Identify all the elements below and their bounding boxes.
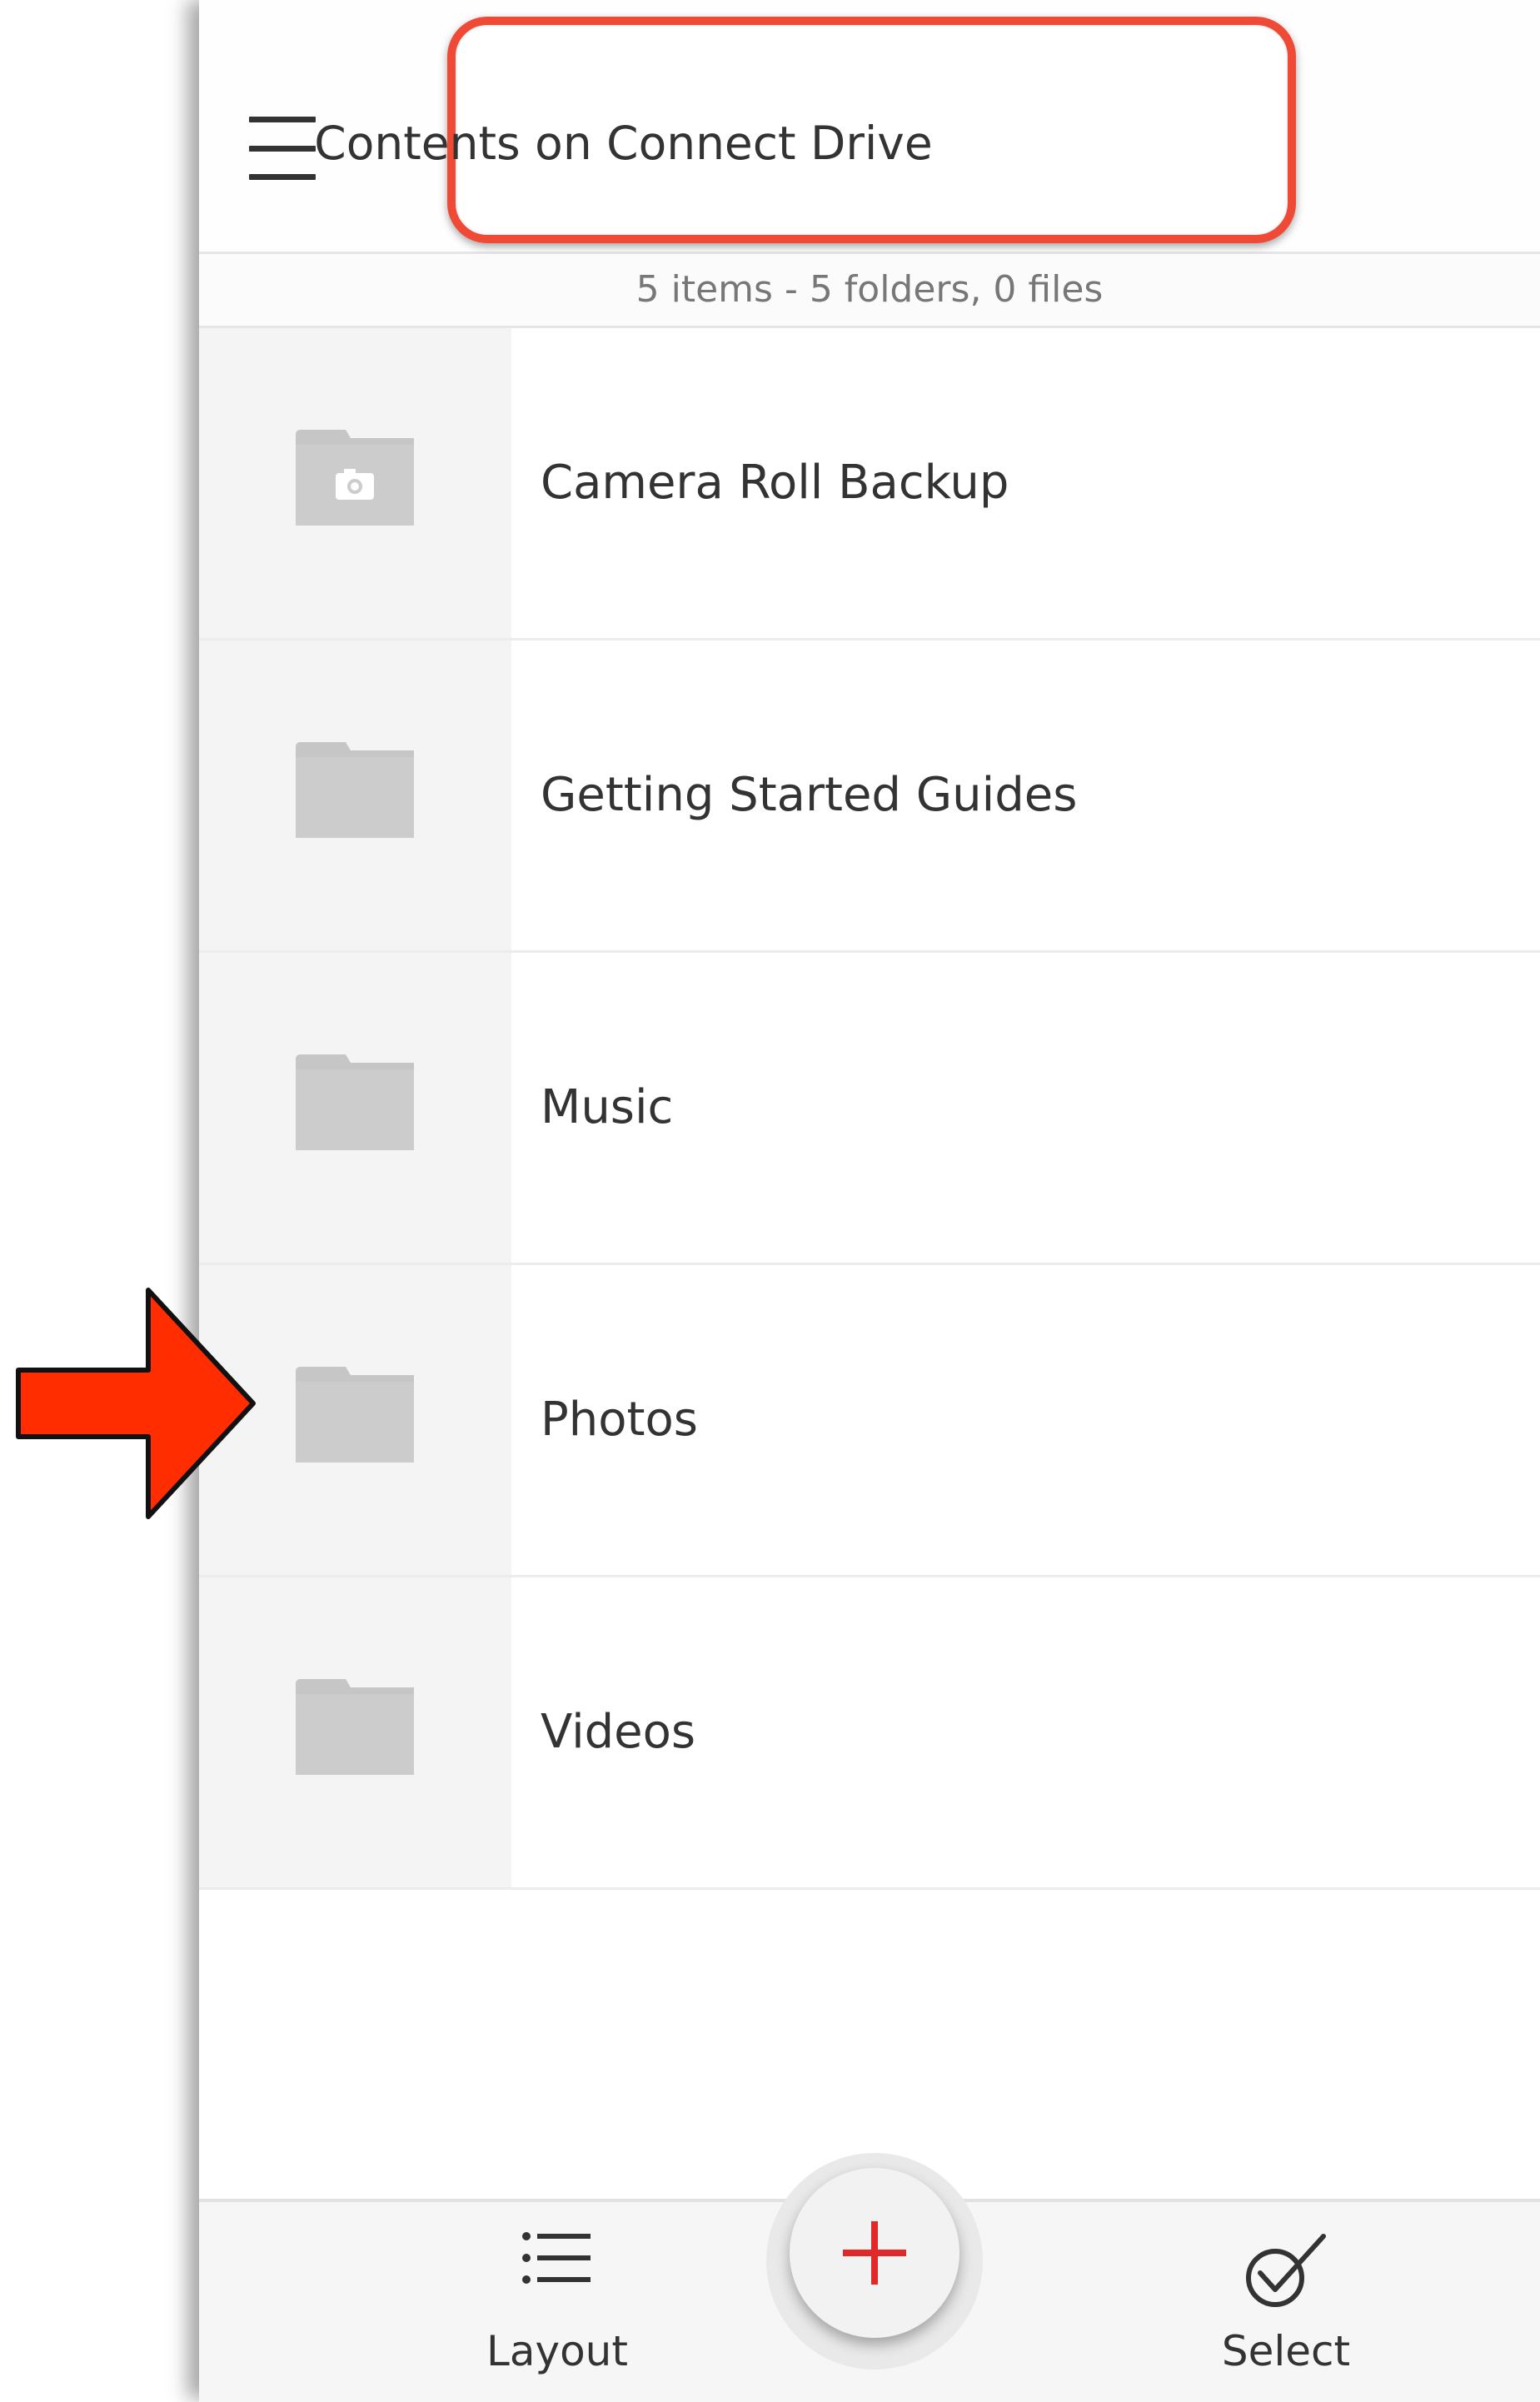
thumbnail <box>199 328 511 638</box>
plus-icon <box>843 2221 906 2285</box>
list-layout-icon <box>522 2232 591 2284</box>
arrow-pointer-icon <box>16 1288 256 1519</box>
select-check-icon <box>1246 2234 1326 2307</box>
thumbnail <box>199 640 511 950</box>
list-item-music[interactable]: Music <box>199 953 1540 1265</box>
folder-name: Camera Roll Backup <box>541 456 1009 510</box>
app-panel: Contents on Connect Drive 5 items - 5 fo… <box>199 0 1540 2402</box>
folder-icon <box>296 1054 414 1150</box>
folder-icon <box>296 1679 414 1775</box>
camera-folder-icon <box>296 430 414 526</box>
list-item-videos[interactable]: Videos <box>199 1577 1540 1890</box>
folder-name: Photos <box>541 1393 698 1447</box>
layout-label: Layout <box>486 2327 628 2375</box>
folder-icon <box>296 1367 414 1463</box>
thumbnail <box>199 1577 511 1887</box>
list-item-photos[interactable]: Photos <box>199 1265 1540 1577</box>
header: Contents on Connect Drive <box>199 0 1540 254</box>
list-item-camera-roll-backup[interactable]: Camera Roll Backup <box>199 328 1540 640</box>
list-item-getting-started-guides[interactable]: Getting Started Guides <box>199 640 1540 953</box>
select-label: Select <box>1221 2327 1351 2375</box>
folder-list: Camera Roll Backup Getting Started Guide… <box>199 328 1540 1890</box>
folder-name: Getting Started Guides <box>541 768 1078 822</box>
folder-icon <box>296 742 414 838</box>
page-title: Contents on Connect Drive <box>314 117 933 170</box>
thumbnail <box>199 953 511 1263</box>
add-button[interactable] <box>790 2168 959 2338</box>
select-button[interactable]: Select <box>1161 2202 1411 2402</box>
folder-name: Videos <box>541 1705 696 1759</box>
folder-name: Music <box>541 1080 674 1134</box>
item-count-summary: 5 items - 5 folders, 0 files <box>199 254 1540 328</box>
layout-button[interactable]: Layout <box>416 2202 699 2402</box>
